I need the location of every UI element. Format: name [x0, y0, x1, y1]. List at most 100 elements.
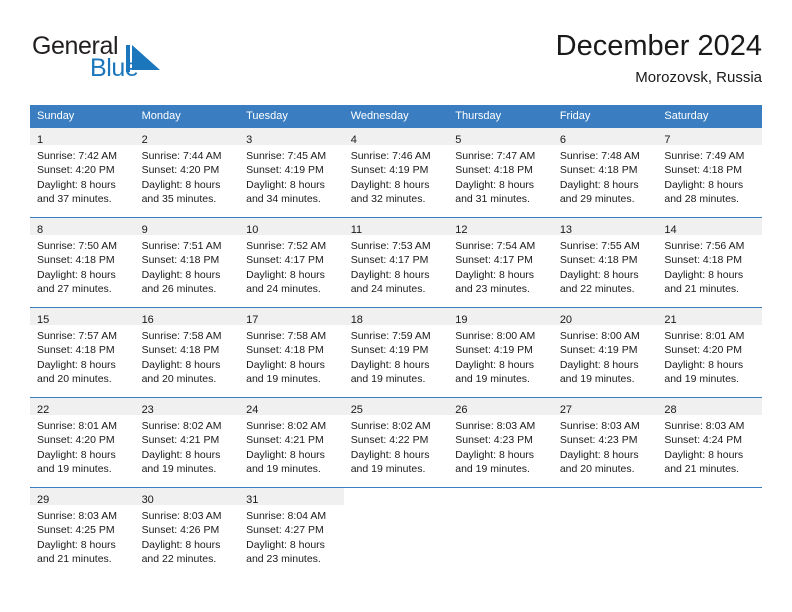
- calendar-day-cell[interactable]: 3 Sunrise: 7:45 AM Sunset: 4:19 PM Dayli…: [239, 127, 344, 218]
- calendar-day-cell[interactable]: 16 Sunrise: 7:58 AM Sunset: 4:18 PM Dayl…: [134, 307, 240, 398]
- day-cell-inner: 9 Sunrise: 7:51 AM Sunset: 4:18 PM Dayli…: [134, 218, 240, 307]
- day-cell-inner: 29 Sunrise: 8:03 AM Sunset: 4:25 PM Dayl…: [30, 488, 135, 577]
- daylight-text-line2: and 19 minutes.: [664, 372, 740, 385]
- calendar-day-cell[interactable]: 12 Sunrise: 7:54 AM Sunset: 4:17 PM Dayl…: [448, 217, 553, 308]
- day-details: Sunrise: 8:00 AM Sunset: 4:19 PM Dayligh…: [448, 325, 553, 386]
- calendar-day-cell[interactable]: 7 Sunrise: 7:49 AM Sunset: 4:18 PM Dayli…: [657, 127, 762, 218]
- date-number: 18: [350, 314, 363, 326]
- calendar-day-cell[interactable]: 5 Sunrise: 7:47 AM Sunset: 4:18 PM Dayli…: [448, 127, 553, 218]
- daylight-text-line2: and 35 minutes.: [141, 192, 217, 205]
- date-number-band: 24: [239, 398, 344, 416]
- date-number-band: 30: [134, 488, 240, 506]
- calendar-day-cell[interactable]: 10 Sunrise: 7:52 AM Sunset: 4:17 PM Dayl…: [239, 217, 344, 308]
- brand-logo[interactable]: General Blue: [30, 32, 260, 92]
- daylight-text-line2: and 20 minutes.: [37, 372, 112, 385]
- calendar-day-cell[interactable]: 18 Sunrise: 7:59 AM Sunset: 4:19 PM Dayl…: [343, 307, 449, 398]
- day-cell-inner: 28 Sunrise: 8:03 AM Sunset: 4:24 PM Dayl…: [657, 398, 762, 487]
- sunset-text: Sunset: 4:21 PM: [246, 434, 324, 447]
- calendar-day-cell[interactable]: 15 Sunrise: 7:57 AM Sunset: 4:18 PM Dayl…: [30, 307, 135, 398]
- date-number: 30: [141, 494, 154, 506]
- weekday-header-tuesday: Tuesday: [239, 105, 344, 128]
- calendar-day-cell[interactable]: 4 Sunrise: 7:46 AM Sunset: 4:19 PM Dayli…: [343, 127, 449, 218]
- weekday-header-thursday: Thursday: [448, 105, 553, 128]
- daylight-text-line1: Daylight: 8 hours: [455, 178, 535, 191]
- day-cell-inner: 17 Sunrise: 7:58 AM Sunset: 4:18 PM Dayl…: [239, 308, 344, 397]
- calendar-day-cell[interactable]: 31 Sunrise: 8:04 AM Sunset: 4:27 PM Dayl…: [239, 487, 344, 577]
- daylight-text-line1: Daylight: 8 hours: [455, 358, 535, 371]
- calendar-day-cell[interactable]: 24 Sunrise: 8:02 AM Sunset: 4:21 PM Dayl…: [239, 397, 344, 488]
- sunset-text: Sunset: 4:20 PM: [141, 164, 220, 177]
- calendar-day-cell[interactable]: 22 Sunrise: 8:01 AM Sunset: 4:20 PM Dayl…: [30, 397, 135, 488]
- calendar-day-cell[interactable]: 25 Sunrise: 8:02 AM Sunset: 4:22 PM Dayl…: [343, 397, 449, 488]
- day-details: Sunrise: 8:03 AM Sunset: 4:25 PM Dayligh…: [30, 505, 135, 566]
- daylight-text-line1: Daylight: 8 hours: [37, 448, 116, 461]
- calendar-day-cell[interactable]: 1 Sunrise: 7:42 AM Sunset: 4:20 PM Dayli…: [30, 127, 135, 218]
- sunset-text: Sunset: 4:18 PM: [37, 254, 115, 267]
- daylight-text-line2: and 21 minutes.: [664, 462, 740, 475]
- sunset-text: Sunset: 4:23 PM: [455, 434, 533, 447]
- sunrise-text: Sunrise: 7:52 AM: [246, 240, 327, 252]
- date-number: 1: [37, 134, 44, 146]
- daylight-text-line2: and 19 minutes.: [455, 462, 530, 475]
- sunset-text: Sunset: 4:24 PM: [664, 434, 743, 447]
- day-cell-inner: 31 Sunrise: 8:04 AM Sunset: 4:27 PM Dayl…: [239, 488, 344, 577]
- calendar-day-cell[interactable]: 13 Sunrise: 7:55 AM Sunset: 4:18 PM Dayl…: [552, 217, 658, 308]
- calendar-day-cell[interactable]: 14 Sunrise: 7:56 AM Sunset: 4:18 PM Dayl…: [657, 217, 762, 308]
- daylight-text-line2: and 19 minutes.: [246, 462, 321, 475]
- daylight-text-line1: Daylight: 8 hours: [141, 358, 221, 371]
- calendar-day-cell-empty: [657, 487, 762, 577]
- day-cell-inner: 8 Sunrise: 7:50 AM Sunset: 4:18 PM Dayli…: [30, 218, 135, 307]
- daylight-text-line1: Daylight: 8 hours: [559, 448, 639, 461]
- sunset-text: Sunset: 4:25 PM: [37, 524, 115, 537]
- daylight-text-line1: Daylight: 8 hours: [37, 358, 116, 371]
- day-details: Sunrise: 8:03 AM Sunset: 4:26 PM Dayligh…: [135, 505, 240, 566]
- calendar-week-row: 1 Sunrise: 7:42 AM Sunset: 4:20 PM Dayli…: [30, 127, 762, 218]
- daylight-text-line1: Daylight: 8 hours: [664, 448, 744, 461]
- date-number: 29: [37, 494, 50, 506]
- day-cell-inner: 13 Sunrise: 7:55 AM Sunset: 4:18 PM Dayl…: [552, 218, 658, 307]
- date-number: 3: [246, 134, 253, 146]
- calendar-day-cell[interactable]: 23 Sunrise: 8:02 AM Sunset: 4:21 PM Dayl…: [134, 397, 240, 488]
- calendar-day-cell[interactable]: 2 Sunrise: 7:44 AM Sunset: 4:20 PM Dayli…: [134, 127, 240, 218]
- calendar-day-cell[interactable]: 28 Sunrise: 8:03 AM Sunset: 4:24 PM Dayl…: [657, 397, 762, 488]
- daylight-text-line1: Daylight: 8 hours: [664, 178, 744, 191]
- calendar-day-cell[interactable]: 19 Sunrise: 8:00 AM Sunset: 4:19 PM Dayl…: [448, 307, 553, 398]
- date-number: 31: [246, 494, 259, 506]
- daylight-text-line2: and 19 minutes.: [455, 372, 530, 385]
- calendar-day-cell[interactable]: 21 Sunrise: 8:01 AM Sunset: 4:20 PM Dayl…: [657, 307, 762, 398]
- sunset-text: Sunset: 4:26 PM: [141, 524, 220, 537]
- calendar-day-cell[interactable]: 30 Sunrise: 8:03 AM Sunset: 4:26 PM Dayl…: [134, 487, 240, 577]
- date-number: 5: [455, 134, 462, 146]
- date-number-band: [657, 488, 762, 505]
- sunrise-text: Sunrise: 7:50 AM: [37, 240, 117, 252]
- calendar-day-cell[interactable]: 26 Sunrise: 8:03 AM Sunset: 4:23 PM Dayl…: [448, 397, 553, 488]
- calendar-day-cell[interactable]: 8 Sunrise: 7:50 AM Sunset: 4:18 PM Dayli…: [30, 217, 135, 308]
- date-number-band: 25: [343, 398, 449, 416]
- calendar-day-cell[interactable]: 17 Sunrise: 7:58 AM Sunset: 4:18 PM Dayl…: [239, 307, 344, 398]
- sunset-text: Sunset: 4:20 PM: [664, 344, 743, 357]
- date-number-band: [448, 488, 553, 505]
- title-block: December 2024 Morozovsk, Russia: [556, 28, 762, 89]
- sunrise-text: Sunrise: 7:58 AM: [141, 330, 222, 342]
- calendar-day-cell[interactable]: 9 Sunrise: 7:51 AM Sunset: 4:18 PM Dayli…: [134, 217, 240, 308]
- day-details: Sunrise: 7:46 AM Sunset: 4:19 PM Dayligh…: [344, 145, 449, 206]
- date-number: 15: [37, 314, 50, 326]
- calendar-day-cell[interactable]: 20 Sunrise: 8:00 AM Sunset: 4:19 PM Dayl…: [552, 307, 658, 398]
- calendar-day-cell[interactable]: 29 Sunrise: 8:03 AM Sunset: 4:25 PM Dayl…: [30, 487, 135, 577]
- day-details: Sunrise: 7:58 AM Sunset: 4:18 PM Dayligh…: [135, 325, 240, 386]
- calendar-day-cell[interactable]: 27 Sunrise: 8:03 AM Sunset: 4:23 PM Dayl…: [552, 397, 658, 488]
- day-details: Sunrise: 8:01 AM Sunset: 4:20 PM Dayligh…: [30, 415, 135, 476]
- day-details: Sunrise: 7:45 AM Sunset: 4:19 PM Dayligh…: [239, 145, 344, 206]
- calendar-day-cell[interactable]: 11 Sunrise: 7:53 AM Sunset: 4:17 PM Dayl…: [343, 217, 449, 308]
- day-details: Sunrise: 7:50 AM Sunset: 4:18 PM Dayligh…: [30, 235, 135, 296]
- sunset-text: Sunset: 4:17 PM: [455, 254, 533, 267]
- day-cell-inner: 11 Sunrise: 7:53 AM Sunset: 4:17 PM Dayl…: [343, 218, 449, 307]
- sunrise-text: Sunrise: 7:55 AM: [559, 240, 640, 252]
- date-number-band: 16: [134, 308, 240, 326]
- day-cell-inner: 6 Sunrise: 7:48 AM Sunset: 4:18 PM Dayli…: [552, 128, 658, 217]
- daylight-text-line1: Daylight: 8 hours: [246, 178, 325, 191]
- sunrise-text: Sunrise: 7:58 AM: [246, 330, 327, 342]
- daylight-text-line1: Daylight: 8 hours: [141, 178, 221, 191]
- daylight-text-line1: Daylight: 8 hours: [246, 448, 325, 461]
- calendar-day-cell[interactable]: 6 Sunrise: 7:48 AM Sunset: 4:18 PM Dayli…: [552, 127, 658, 218]
